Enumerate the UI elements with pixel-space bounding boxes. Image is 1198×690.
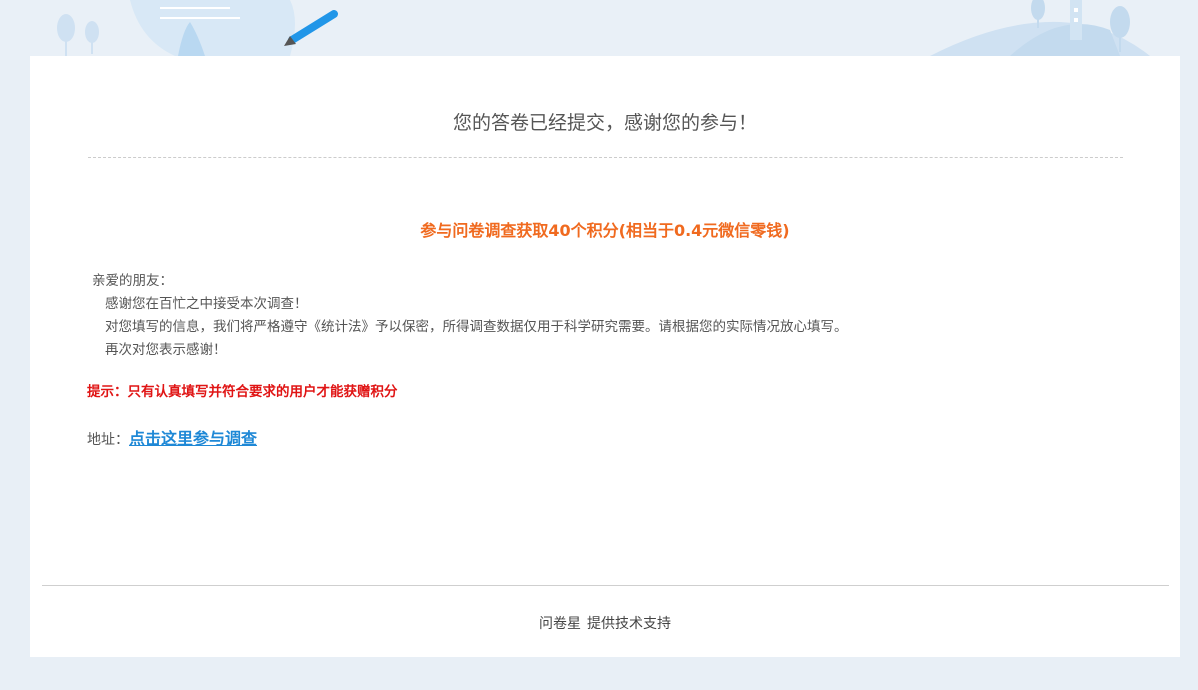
reward-notice: 参与问卷调查获取40个积分(相当于0.4元微信零钱) (420, 221, 790, 240)
banner-illustration (57, 0, 1150, 56)
header-banner (0, 0, 1198, 60)
footer-brand: 问卷星 (539, 616, 581, 632)
address-label: 地址： (87, 432, 129, 448)
result-card: 您的答卷已经提交，感谢您的参与！ 参与问卷调查获取40个积分(相当于0.4元微信… (30, 56, 1180, 657)
lighthouse-icon (1070, 0, 1082, 40)
letter-line: 对您填写的信息，我们将严格遵守《统计法》予以保密，所得调查数据仅用于科学研究需要… (105, 319, 848, 335)
survey-link[interactable]: 点击这里参与调查 (129, 429, 257, 448)
address-row: 地址：点击这里参与调查 (87, 425, 257, 449)
tree-icon (57, 14, 99, 56)
letter-line: 感谢您在百忙之中接受本次调查！ (105, 296, 308, 312)
footer-divider (42, 585, 1169, 586)
page-title: 您的答卷已经提交，感谢您的参与！ (452, 112, 757, 134)
thank-you-letter: 亲爱的朋友： 感谢您在百忙之中接受本次调查！ 对您填写的信息，我们将严格遵守《统… (92, 270, 848, 362)
letter-line: 再次对您表示感谢！ (105, 342, 227, 358)
title-divider (88, 157, 1123, 158)
letter-greeting: 亲爱的朋友： (92, 273, 173, 289)
footer-text: 提供技术支持 (587, 616, 671, 632)
tip-text: 提示：只有认真填写并符合要求的用户才能获赠积分 (87, 384, 398, 400)
footer: 问卷星 提供技术支持 (30, 613, 1180, 633)
